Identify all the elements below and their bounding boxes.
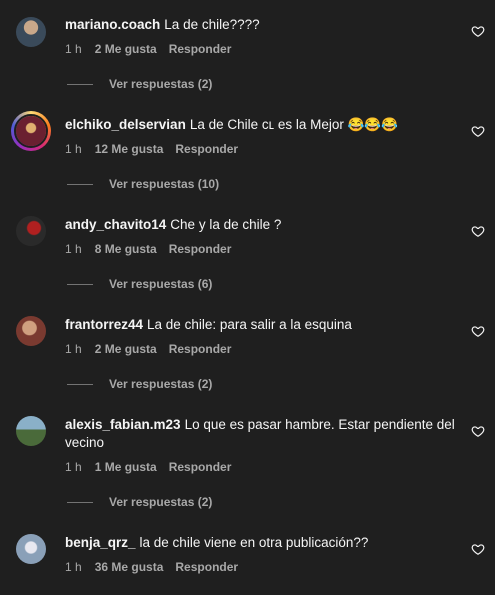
comment-meta: 1 h 36 Me gusta Responder xyxy=(65,560,250,574)
like-heart-icon[interactable] xyxy=(471,224,485,238)
comment-time: 1 h xyxy=(65,342,82,356)
replies-divider xyxy=(67,383,93,385)
comment-time: 1 h xyxy=(65,242,82,256)
comment-username[interactable]: mariano.coach xyxy=(65,17,160,32)
view-replies-label: Ver respuestas (2) xyxy=(109,495,213,509)
avatar xyxy=(14,114,48,148)
like-heart-icon[interactable] xyxy=(471,124,485,138)
comment-username[interactable]: benja_qrz_ xyxy=(65,535,136,550)
view-replies-label: Ver respuestas (10) xyxy=(109,177,220,191)
avatar[interactable] xyxy=(16,534,46,564)
comment-username[interactable]: frantorrez44 xyxy=(65,317,143,332)
reply-button[interactable]: Responder xyxy=(169,42,232,56)
likes-count[interactable]: 36 Me gusta xyxy=(95,560,164,574)
like-heart-icon[interactable] xyxy=(471,542,485,556)
avatar[interactable] xyxy=(16,17,46,47)
like-heart-icon[interactable] xyxy=(471,24,485,38)
view-replies-button[interactable]: Ver respuestas (10) xyxy=(67,177,219,191)
comment-username[interactable]: elchiko_delservian xyxy=(65,117,186,132)
reply-button[interactable]: Responder xyxy=(175,142,238,156)
like-heart-icon[interactable] xyxy=(471,324,485,338)
view-replies-button[interactable]: Ver respuestas (2) xyxy=(67,77,212,91)
reply-button[interactable]: Responder xyxy=(175,560,238,574)
comment-text: La de chile: para salir a la esquina xyxy=(147,317,352,332)
comment-time: 1 h xyxy=(65,460,82,474)
likes-count[interactable]: 1 Me gusta xyxy=(95,460,157,474)
replies-divider xyxy=(67,283,93,285)
replies-divider xyxy=(67,183,93,185)
comment-username[interactable]: andy_chavito14 xyxy=(65,217,166,232)
avatar[interactable] xyxy=(16,416,46,446)
view-replies-label: Ver respuestas (2) xyxy=(109,377,213,391)
likes-count[interactable]: 8 Me gusta xyxy=(95,242,157,256)
comment-time: 1 h xyxy=(65,560,82,574)
replies-divider xyxy=(67,83,93,85)
reply-button[interactable]: Responder xyxy=(169,460,232,474)
likes-count[interactable]: 2 Me gusta xyxy=(95,42,157,56)
comment-time: 1 h xyxy=(65,142,82,156)
like-heart-icon[interactable] xyxy=(471,424,485,438)
reply-button[interactable]: Responder xyxy=(169,342,232,356)
comment-meta: 1 h 2 Me gusta Responder xyxy=(65,342,243,356)
comment-username[interactable]: alexis_fabian.m23 xyxy=(65,417,181,432)
comment-meta: 1 h 8 Me gusta Responder xyxy=(65,242,243,256)
view-replies-button[interactable]: Ver respuestas (2) xyxy=(67,495,212,509)
view-replies-label: Ver respuestas (2) xyxy=(109,77,213,91)
likes-count[interactable]: 2 Me gusta xyxy=(95,342,157,356)
avatar-story-ring[interactable] xyxy=(11,111,51,151)
comment-meta: 1 h 12 Me gusta Responder xyxy=(65,142,250,156)
reply-button[interactable]: Responder xyxy=(169,242,232,256)
comment-meta: 1 h 1 Me gusta Responder xyxy=(65,460,243,474)
avatar[interactable] xyxy=(16,216,46,246)
comment-text: La de Chile ᴄʟ es la Mejor 😂😂😂 xyxy=(189,117,399,132)
view-replies-button[interactable]: Ver respuestas (6) xyxy=(67,277,212,291)
comment-time: 1 h xyxy=(65,42,82,56)
avatar[interactable] xyxy=(16,316,46,346)
view-replies-label: Ver respuestas (6) xyxy=(109,277,213,291)
replies-divider xyxy=(67,501,93,503)
comment-text: Che y la de chile ? xyxy=(170,217,282,232)
comment-text: La de chile???? xyxy=(164,17,260,32)
comment-text: la de chile viene en otra publicación?? xyxy=(139,535,369,550)
comment-meta: 1 h 2 Me gusta Responder xyxy=(65,42,243,56)
likes-count[interactable]: 12 Me gusta xyxy=(95,142,164,156)
view-replies-button[interactable]: Ver respuestas (2) xyxy=(67,377,212,391)
